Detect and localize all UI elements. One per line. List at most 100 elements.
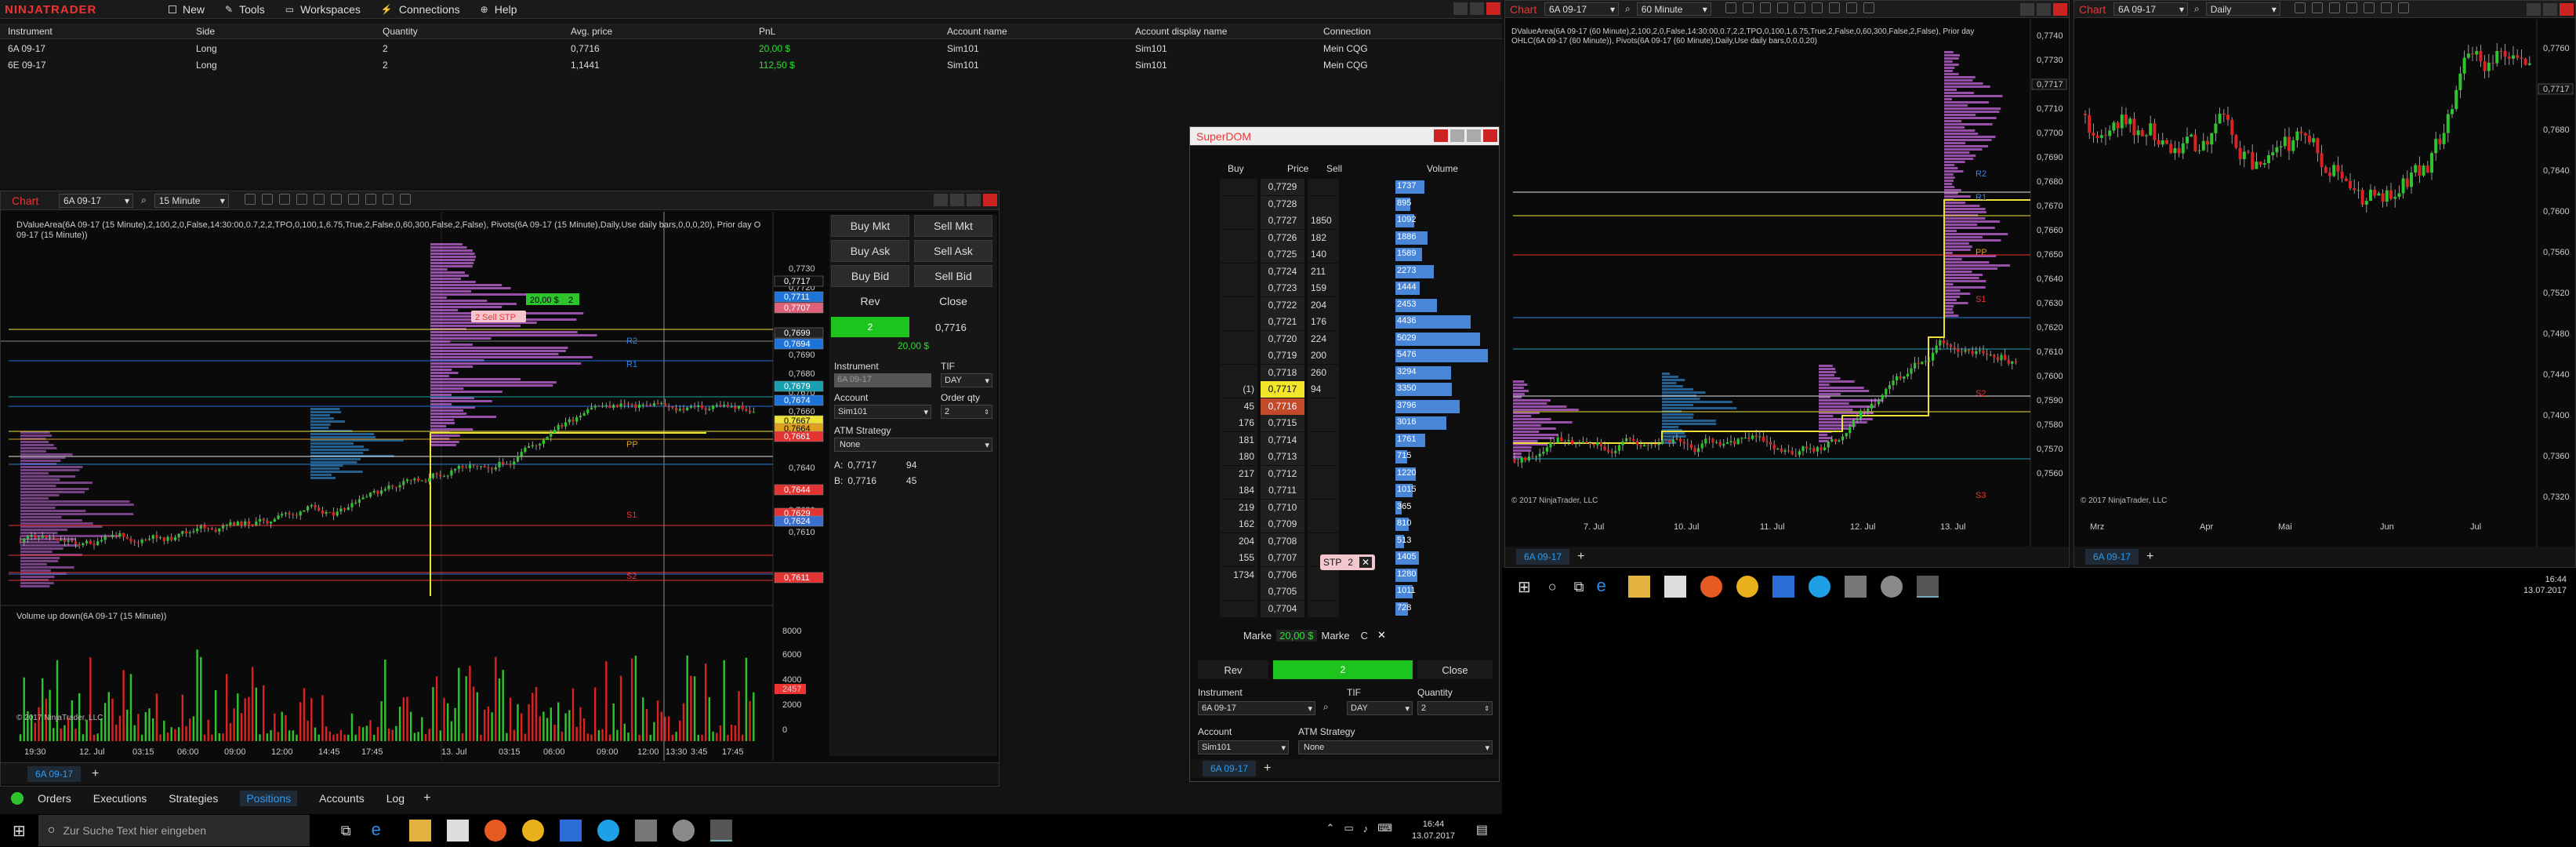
- pencil-icon[interactable]: [1742, 2, 1754, 13]
- maximize-button[interactable]: [967, 194, 981, 206]
- dom-buy-cell[interactable]: 155: [1220, 550, 1257, 566]
- dom-volume-cell[interactable]: 1220: [1397, 468, 1416, 478]
- chart2-tab[interactable]: 6A 09-17: [1516, 549, 1570, 565]
- zoom-in-icon[interactable]: [1759, 2, 1771, 13]
- dom-tif-select[interactable]: DAY ▾: [1347, 701, 1413, 715]
- image-icon[interactable]: [1811, 2, 1823, 13]
- chart1-interval-select[interactable]: 15 Minute ▾: [154, 193, 229, 208]
- dom-sell-cell[interactable]: 94: [1308, 381, 1339, 398]
- chart3-interval-select[interactable]: Daily ▾: [2205, 2, 2280, 16]
- tab-accounts[interactable]: Accounts: [319, 792, 365, 805]
- column-header[interactable]: Quantity: [383, 26, 418, 37]
- properties-icon[interactable]: [399, 194, 411, 205]
- indicators-icon[interactable]: [1828, 2, 1840, 13]
- chart2-instrument-select[interactable]: 6A 09-17 ▾: [1544, 2, 1619, 16]
- buy-ask-button[interactable]: Buy Ask: [831, 240, 909, 262]
- dom-sell-cell[interactable]: 176: [1308, 314, 1339, 330]
- zoom-out-icon[interactable]: [1776, 2, 1788, 13]
- cancel-order-icon[interactable]: ✕: [1359, 557, 1373, 568]
- column-header[interactable]: Account name: [947, 26, 1007, 37]
- dom-buy-cell[interactable]: 45: [1220, 398, 1257, 415]
- dom-buy-cell[interactable]: 176: [1220, 415, 1257, 431]
- search-icon[interactable]: ⌕: [2194, 3, 2200, 15]
- dom-sell-cell[interactable]: [1308, 583, 1339, 600]
- minimize-button[interactable]: [2527, 3, 2541, 16]
- minimize-button[interactable]: [1453, 2, 1468, 15]
- add-tab-icon[interactable]: +: [2146, 550, 2153, 564]
- task-view-icon[interactable]: ⧉: [341, 823, 351, 839]
- dom-row[interactable]: 0,7704 728: [1190, 600, 1499, 617]
- dom-row[interactable]: 0,7721 176 4436: [1190, 314, 1499, 330]
- dom-row[interactable]: 162 0,7709 810: [1190, 516, 1499, 533]
- chart2-canvas[interactable]: R2 R1 PP S1 S2 S3 0,7740 0,7730 0,7717 0,7710 0,77…: [1505, 20, 2069, 550]
- column-header[interactable]: Account display name: [1135, 26, 1227, 37]
- image-icon[interactable]: [2380, 2, 2392, 13]
- search-icon[interactable]: ⌕: [1323, 701, 1329, 713]
- dom-sell-cell[interactable]: [1308, 465, 1339, 482]
- chart1-tab[interactable]: 6A 09-17: [27, 765, 82, 782]
- dom-sell-cell[interactable]: 1850: [1308, 213, 1339, 229]
- tab-positions[interactable]: Positions: [240, 791, 298, 806]
- sell-ask-button[interactable]: Sell Ask: [914, 240, 992, 262]
- instrument-field[interactable]: 6A 09-17: [834, 373, 931, 387]
- store-icon[interactable]: [1664, 576, 1686, 598]
- dom-volume-cell[interactable]: 513: [1397, 536, 1411, 545]
- store-icon[interactable]: [446, 820, 469, 842]
- image-icon[interactable]: [330, 194, 342, 205]
- crosshair-icon[interactable]: [1794, 2, 1805, 13]
- bar-chart-icon[interactable]: [1725, 2, 1736, 13]
- chart2-interval-select[interactable]: 60 Minute ▾: [1636, 2, 1711, 16]
- dom-row[interactable]: 0,7719 200 5476: [1190, 347, 1499, 364]
- dom-buy-cell[interactable]: 204: [1220, 533, 1257, 550]
- dom-sell-cell[interactable]: 204: [1308, 296, 1339, 314]
- buy-bid-button[interactable]: Buy Bid: [831, 265, 909, 287]
- dom-volume-cell[interactable]: 1092: [1397, 215, 1416, 224]
- chart3-tab[interactable]: 6A 09-17: [2085, 549, 2139, 565]
- zoom-out-icon[interactable]: [296, 194, 307, 205]
- dom-volume-cell[interactable]: 3294: [1397, 367, 1416, 376]
- table-row[interactable]: 6A 09-17 Long 2 0,7716 20,00 $ Sim101 Sim101 Me…: [0, 41, 1502, 56]
- dom-account-select[interactable]: Sim101 ▾: [1198, 740, 1289, 754]
- edge-icon[interactable]: e: [372, 820, 394, 842]
- minimize-button[interactable]: [1434, 129, 1448, 142]
- properties-icon[interactable]: [1863, 2, 1874, 13]
- minimize-button[interactable]: [934, 194, 948, 206]
- tab-strategies[interactable]: Strategies: [169, 792, 218, 805]
- minimize-button[interactable]: [2020, 3, 2034, 16]
- buy-market-button[interactable]: Marke: [1243, 630, 1272, 642]
- chart1-canvas[interactable]: R2R1PPS1S20,77300,77200,77100,76900,7680…: [1, 212, 824, 761]
- cortana-icon[interactable]: ○: [1548, 579, 1557, 595]
- dom-row[interactable]: 0,7729 1737: [1190, 179, 1499, 195]
- dom-buy-cell[interactable]: [1220, 296, 1257, 314]
- restore-button[interactable]: [950, 194, 964, 206]
- teamviewer-icon[interactable]: [1772, 576, 1794, 598]
- dom-row[interactable]: 219 0,7710 365: [1190, 499, 1499, 516]
- dom-buy-cell[interactable]: [1220, 195, 1257, 213]
- dom-buy-cell[interactable]: [1220, 583, 1257, 600]
- search-icon[interactable]: ⌕: [141, 194, 147, 206]
- dom-row[interactable]: 176 0,7715 3016: [1190, 415, 1499, 431]
- dom-volume-cell[interactable]: 1589: [1397, 249, 1416, 258]
- maximize-button[interactable]: [1470, 2, 1484, 15]
- restore-button[interactable]: [1450, 129, 1464, 142]
- ninjatrader-icon[interactable]: [1916, 576, 1939, 598]
- dom-row[interactable]: 0,7722 204 2453: [1190, 296, 1499, 314]
- app-icon[interactable]: [1880, 576, 1903, 598]
- menu-tools[interactable]: ✎ Tools: [225, 3, 265, 16]
- tab-log[interactable]: Log: [386, 792, 405, 805]
- dom-buy-cell[interactable]: [1220, 364, 1257, 381]
- dom-row[interactable]: 217 0,7712 1220: [1190, 465, 1499, 482]
- crosshair-icon[interactable]: [2363, 2, 2375, 13]
- dom-row[interactable]: (1) 0,7717 94 3350: [1190, 381, 1499, 398]
- chart3-instrument-select[interactable]: 6A 09-17 ▾: [2113, 2, 2188, 16]
- chart1-instrument-select[interactable]: 6A 09-17 ▾: [59, 193, 133, 208]
- dom-sell-cell[interactable]: [1308, 499, 1339, 516]
- dom-row[interactable]: 0,7727 1850 1092: [1190, 213, 1499, 229]
- dom-volume-cell[interactable]: 1737: [1397, 181, 1416, 191]
- tab-executions[interactable]: Executions: [93, 792, 147, 805]
- close-button[interactable]: [2560, 3, 2574, 16]
- dom-buy-cell[interactable]: 180: [1220, 449, 1257, 465]
- dom-buy-cell[interactable]: [1220, 330, 1257, 347]
- strategies-icon[interactable]: [382, 194, 394, 205]
- dom-volume-cell[interactable]: 5029: [1397, 333, 1416, 343]
